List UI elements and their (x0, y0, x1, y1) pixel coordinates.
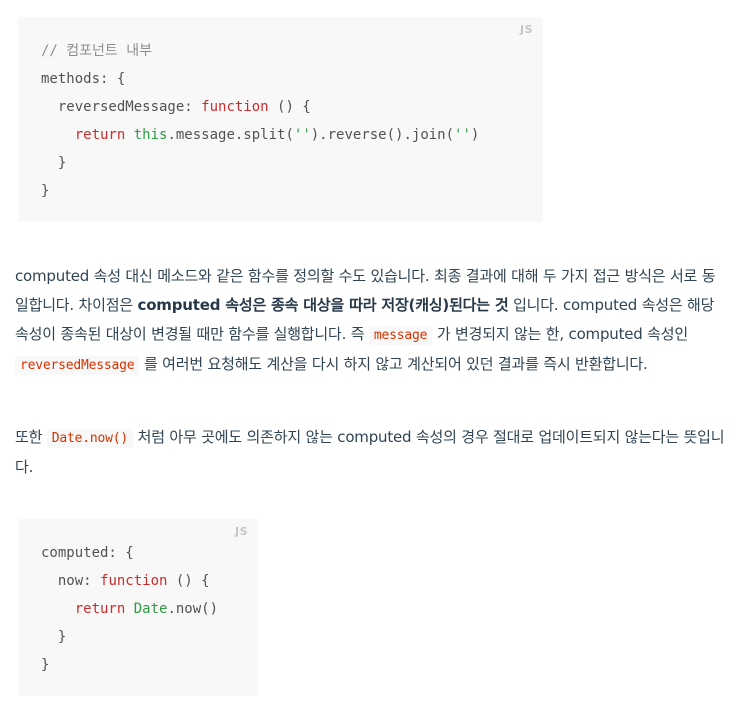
code-language-label: JS (234, 525, 248, 538)
inline-code-message: message (368, 326, 433, 345)
paragraph-bold-text: computed 속성은 종속 대상을 따라 저장(캐싱)된다는 것 (137, 296, 509, 314)
code-block-computed: JS computed: { now: function () { return… (18, 519, 258, 696)
code-builtin: Date (133, 601, 168, 617)
code-keyword: function (201, 99, 269, 115)
code-line: .message.split( (167, 127, 294, 143)
code-line: .now() (167, 601, 219, 617)
inline-code-date-now: Date.now() (46, 429, 134, 448)
code-content: computed: { now: function () { return Da… (41, 539, 218, 679)
code-line: } (41, 155, 67, 171)
code-block-methods: JS // 컴포넌트 내부 methods: { reversedMessage… (18, 17, 543, 222)
code-line: computed: { (41, 545, 134, 561)
code-line: now: (41, 573, 101, 589)
paragraph-text: 를 여러번 요청해도 계산을 다시 하지 않고 계산되어 있던 결과를 즉시 반… (139, 355, 648, 373)
code-line: () { (167, 573, 210, 589)
paragraph-text: 가 변경되지 않는 한, computed 속성인 (432, 325, 688, 343)
code-string: '' (454, 127, 471, 143)
code-string: '' (293, 127, 311, 143)
code-content: // 컴포넌트 내부 methods: { reversedMessage: f… (41, 37, 479, 205)
code-comment: // 컴포넌트 내부 (41, 43, 152, 59)
code-line: } (41, 183, 50, 199)
code-keyword: function (100, 573, 168, 589)
code-keyword: return (74, 127, 126, 143)
code-line: ).reverse().join( (310, 127, 455, 143)
paragraph-text: 또한 (15, 428, 47, 446)
code-line: } (41, 657, 50, 673)
code-line: methods: { (41, 71, 126, 87)
code-line: () { (268, 99, 311, 115)
inline-code-reversed-message: reversedMessage (15, 356, 140, 375)
code-line: reversedMessage: (41, 99, 202, 115)
code-language-label: JS (519, 23, 533, 36)
paragraph-date-now: 또한 Date.now() 처럼 아무 곳에도 의존하지 않는 computed… (15, 423, 727, 482)
code-line: ) (470, 127, 480, 143)
code-keyword: return (74, 601, 126, 617)
code-this: this (133, 127, 168, 143)
code-line: } (41, 629, 67, 645)
paragraph-computed-vs-methods: computed 속성 대신 메소드와 같은 함수를 정의할 수도 있습니다. … (15, 262, 727, 380)
